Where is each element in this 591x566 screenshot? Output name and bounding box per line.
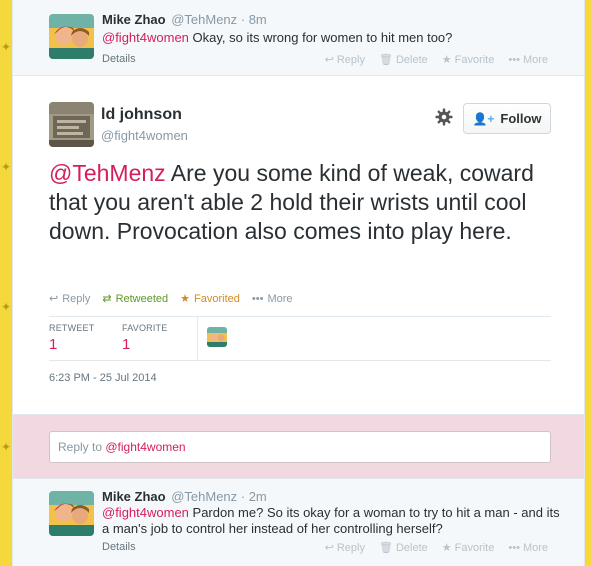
author-handle-time[interactable]: @TehMenz · 8m [171,12,267,27]
tweet-text: @fight4women Pardon me? So its okay for … [102,505,562,537]
page-border-left: ✦ ✦ ✦ ✦ [0,0,12,566]
details-link[interactable]: Details [102,541,136,553]
retweeted-action[interactable]: ⇄ Retweeted [102,292,169,306]
more-action[interactable]: ••• More [508,541,548,554]
author-handle-time[interactable]: @TehMenz · 2m [171,489,267,504]
star-icon: ★ [441,54,452,66]
favorite-stat-label: FAVORITE [122,323,168,333]
reply-area: Reply to @fight4women [13,414,584,478]
reply-mention: @fight4women [105,440,186,454]
ellipsis-icon: ••• [508,53,520,66]
add-user-icon: 👤+ [472,111,495,126]
decoration-mark: ✦ [1,160,12,174]
author-name[interactable]: Mike Zhao @TehMenz · 8m [102,12,267,27]
details-link[interactable]: Details [102,53,136,65]
author-fullname[interactable]: Mike Zhao [102,489,166,504]
reply-input[interactable]: Reply to @fight4women [49,431,551,463]
tweet-timestamp: 6:23 PM - 25 Jul 2014 [49,372,157,384]
author-fullname[interactable]: ld johnson [101,106,182,124]
reply-action[interactable]: ↩ Reply [324,53,365,67]
more-label: More [267,292,293,305]
retweeted-label: Retweeted [115,292,169,305]
more-action[interactable]: ••• More [508,53,548,66]
favorite-count[interactable]: 1 [122,336,167,353]
avatar[interactable] [49,14,94,59]
author-fullname[interactable]: Mike Zhao [102,12,166,27]
favorite-label: Favorite [454,541,495,554]
favorite-stat[interactable]: FAVORITE 1 [122,323,167,353]
author-name[interactable]: Mike Zhao @TehMenz · 2m [102,489,267,504]
reply-label: Reply [336,541,365,554]
avatar[interactable] [49,491,94,536]
follow-button[interactable]: 👤+ Follow [463,103,551,134]
delete-label: Delete [395,541,428,554]
reply-label: Reply [336,53,365,66]
reply-prefix: Reply to [58,440,106,454]
avatar[interactable] [49,102,94,147]
tweet-actions: ↩ Reply ⇄ Retweeted ★ Favorited ••• More [49,292,293,306]
retweet-stat-label: RETWEET [49,323,95,333]
favorite-action[interactable]: ★ Favorite [441,53,495,67]
reply-action[interactable]: ↩ Reply [49,292,91,306]
tweet-actions: ↩ Reply 🗑 Delete ★ Favorite ••• More [324,53,548,67]
tweet-actions: ↩ Reply 🗑 Delete ★ Favorite ••• More [324,541,548,555]
more-action[interactable]: ••• More [252,292,293,305]
delete-action[interactable]: 🗑 Delete [378,541,428,555]
star-icon: ★ [180,293,191,305]
expanded-tweet: ld johnson @fight4women 👤+ Follow @TehMe… [13,76,584,414]
retweet-icon: ⇄ [102,293,112,305]
favorited-action[interactable]: ★ Favorited [180,292,240,306]
favorited-label: Favorited [194,292,240,305]
decoration-mark: ✦ [1,440,12,454]
star-icon: ★ [441,542,452,554]
reply-icon: ↩ [324,54,334,66]
mention-link[interactable]: @fight4women [102,30,189,45]
more-label: More [522,541,548,554]
decoration-mark: ✦ [1,40,12,54]
retweet-count[interactable]: 1 [49,336,94,353]
tweet-stats: RETWEET 1 FAVORITE 1 [49,316,551,361]
favorite-action[interactable]: ★ Favorite [441,541,495,555]
delete-action[interactable]: 🗑 Delete [378,53,428,67]
reply-label: Reply [62,292,91,305]
tweet-item[interactable]: Mike Zhao @TehMenz · 8m @fight4women Oka… [13,0,584,76]
ellipsis-icon: ••• [508,541,520,554]
conversation-timeline: Mike Zhao @TehMenz · 8m @fight4women Oka… [12,0,585,566]
mention-link[interactable]: @fight4women [102,505,189,520]
tweet-text: @TehMenz Are you some kind of weak, cowa… [49,159,549,246]
tweet-text: @fight4women Okay, so its wrong for wome… [102,30,562,46]
reply-icon: ↩ [324,542,334,554]
retweet-stat[interactable]: RETWEET 1 [49,323,94,353]
gear-icon[interactable] [435,108,453,126]
delete-label: Delete [395,53,428,66]
trash-icon: 🗑 [378,542,393,554]
reply-action[interactable]: ↩ Reply [324,541,365,555]
favoriter-avatar[interactable] [207,327,227,347]
reply-icon: ↩ [49,293,59,305]
more-label: More [522,53,548,66]
decoration-mark: ✦ [1,300,12,314]
author-handle[interactable]: @fight4women [101,128,188,143]
favorite-label: Favorite [454,53,495,66]
tweet-item[interactable]: Mike Zhao @TehMenz · 2m @fight4women Par… [13,478,584,566]
ellipsis-icon: ••• [251,292,264,305]
mention-link[interactable]: @TehMenz [49,160,166,186]
trash-icon: 🗑 [378,54,393,66]
follow-label: Follow [500,111,542,126]
stats-divider [197,317,198,360]
tweet-body: Okay, so its wrong for women to hit men … [188,30,453,45]
